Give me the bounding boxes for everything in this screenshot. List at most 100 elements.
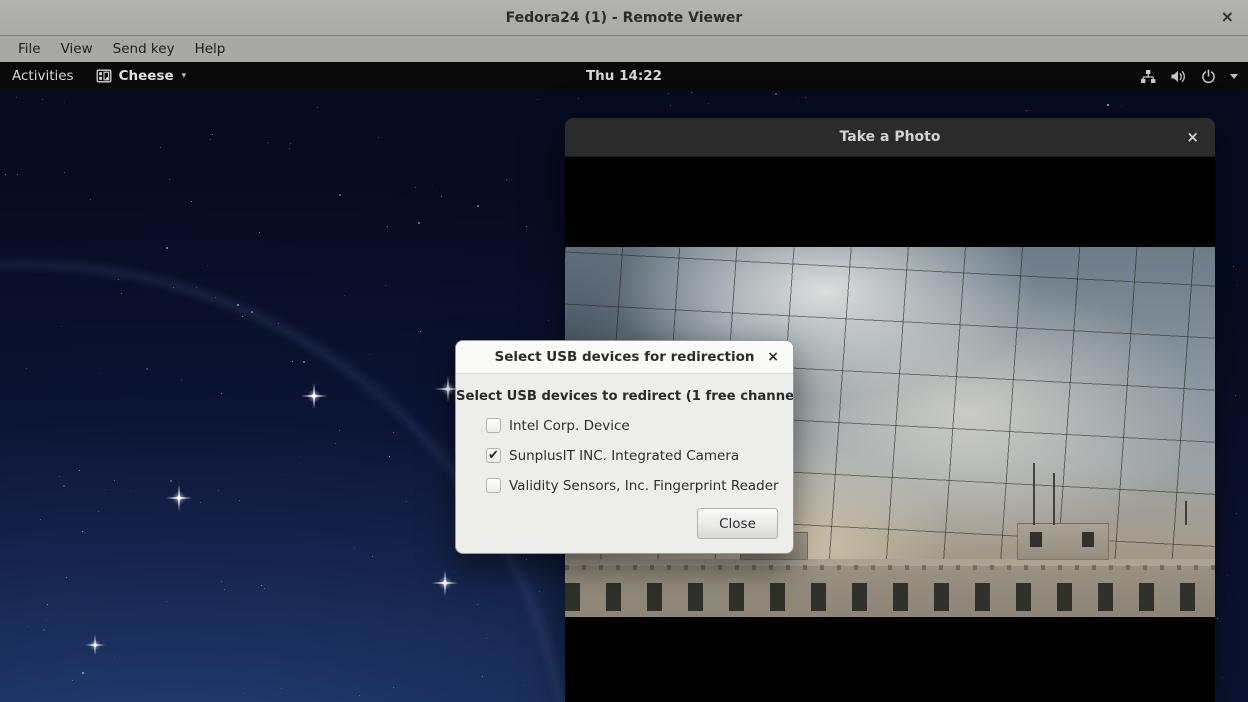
star: [281, 688, 282, 689]
star: [278, 323, 279, 324]
star: [339, 430, 340, 431]
star-sparkle: [301, 383, 327, 409]
star-sparkle: [85, 635, 106, 656]
star: [454, 571, 455, 572]
star: [221, 581, 222, 582]
star: [251, 311, 253, 313]
antenna-mast: [1053, 473, 1055, 525]
star: [477, 604, 478, 605]
star: [64, 102, 65, 103]
star: [237, 304, 239, 306]
star: [477, 205, 479, 207]
photo-window-title: Take a Photo: [840, 129, 941, 145]
star: [805, 97, 806, 98]
star: [166, 247, 168, 249]
camera-feed-buildings: [565, 559, 1215, 617]
star: [303, 361, 305, 363]
star: [47, 604, 48, 605]
star: [200, 502, 201, 503]
star-sparkle: [166, 485, 192, 511]
star: [16, 97, 17, 98]
star: [798, 102, 799, 103]
star: [537, 99, 538, 100]
star: [242, 316, 243, 317]
star: [243, 693, 244, 694]
star: [1237, 285, 1238, 286]
system-status-area[interactable]: [1140, 62, 1238, 90]
star: [79, 470, 80, 471]
star: [387, 226, 388, 227]
star: [170, 480, 172, 482]
star: [191, 201, 192, 202]
star: [668, 93, 669, 94]
checkbox-fingerprint-reader[interactable]: [486, 478, 501, 493]
device-row-validity-fingerprint[interactable]: Validity Sensors, Inc. Fingerprint Reade…: [486, 477, 793, 494]
star: [218, 490, 219, 491]
star: [539, 591, 540, 592]
star: [415, 187, 416, 188]
letterbox-top: [565, 157, 1215, 247]
star: [289, 148, 290, 149]
star: [105, 489, 106, 490]
checkbox-integrated-camera[interactable]: ✔: [486, 448, 501, 463]
menu-send-key[interactable]: Send key: [103, 36, 185, 62]
photo-window-headerbar[interactable]: Take a Photo ×: [565, 118, 1215, 157]
star: [207, 265, 208, 266]
star: [775, 93, 777, 95]
star: [526, 226, 527, 227]
star: [670, 105, 671, 106]
star: [292, 361, 293, 362]
star: [299, 456, 300, 457]
star: [42, 99, 43, 100]
star: [61, 326, 62, 327]
star: [90, 199, 91, 200]
power-icon: [1201, 69, 1216, 84]
star: [118, 279, 119, 280]
dialog-title: Select USB devices for redirection: [494, 349, 754, 365]
menu-help[interactable]: Help: [185, 36, 236, 62]
device-row-intel[interactable]: Intel Corp. Device: [486, 417, 793, 434]
star: [385, 285, 386, 286]
star: [72, 680, 73, 681]
star: [173, 287, 174, 288]
menu-view[interactable]: View: [51, 36, 103, 62]
star: [114, 657, 115, 658]
letterbox-bottom: [565, 617, 1215, 702]
dialog-titlebar[interactable]: Select USB devices for redirection ×: [456, 341, 793, 374]
star: [1120, 106, 1121, 107]
star: [482, 676, 483, 677]
star: [43, 629, 45, 631]
star: [40, 519, 41, 520]
star: [578, 98, 579, 99]
usb-redirection-dialog: Select USB devices for redirection × Sel…: [455, 340, 794, 554]
antenna-mast: [1185, 501, 1187, 525]
network-icon: [1140, 69, 1156, 84]
star: [46, 620, 47, 621]
star: [169, 179, 170, 180]
star: [121, 293, 122, 294]
star: [691, 92, 692, 93]
star: [523, 685, 524, 686]
star: [441, 394, 442, 395]
star: [359, 695, 360, 696]
star: [259, 232, 260, 233]
close-icon[interactable]: ×: [767, 347, 779, 367]
star: [59, 476, 60, 477]
star: [181, 380, 182, 381]
star: [264, 588, 265, 589]
clock[interactable]: Thu 14:22: [0, 68, 1248, 84]
remote-viewer-titlebar[interactable]: Fedora24 (1) - Remote Viewer ×: [0, 0, 1248, 36]
menu-file[interactable]: File: [8, 36, 51, 62]
checkbox-intel-device[interactable]: [486, 418, 501, 433]
device-row-sunplusit-camera[interactable]: ✔ SunplusIT INC. Integrated Camera: [486, 447, 793, 464]
star: [261, 585, 262, 586]
star: [1233, 266, 1234, 267]
star: [526, 559, 527, 560]
star: [406, 501, 407, 502]
star: [82, 531, 83, 532]
close-icon[interactable]: ×: [1221, 6, 1234, 28]
star: [420, 331, 421, 332]
close-button[interactable]: Close: [697, 508, 778, 539]
star: [224, 589, 225, 590]
close-icon[interactable]: ×: [1186, 126, 1199, 148]
